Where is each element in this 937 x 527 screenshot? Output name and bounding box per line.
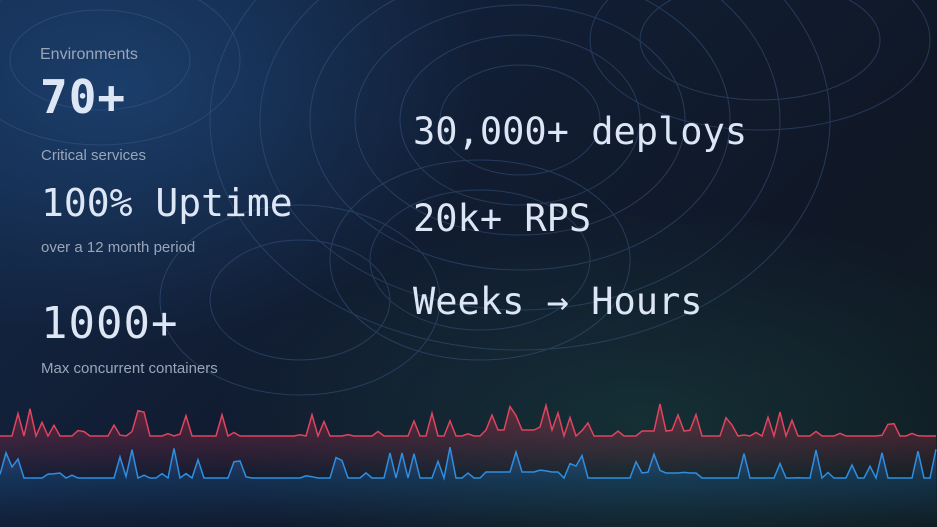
- rps-stat: 20k+ RPS: [413, 197, 592, 240]
- containers-label: Max concurrent containers: [41, 360, 218, 377]
- weeks-to-hours-stat: Weeks → Hours: [413, 280, 703, 323]
- containers-value: 1000+: [41, 298, 179, 349]
- red-sparkline-area: [0, 403, 937, 480]
- environments-label: Environments: [40, 46, 138, 63]
- uptime-subtitle: over a 12 month period: [41, 239, 196, 256]
- deploys-stat: 30,000+ deploys: [413, 110, 748, 153]
- uptime-value: 100% Uptime: [41, 181, 293, 225]
- environments-value: 70+: [40, 70, 127, 124]
- traffic-sparklines: [0, 402, 937, 527]
- critical-services-label: Critical services: [41, 147, 147, 164]
